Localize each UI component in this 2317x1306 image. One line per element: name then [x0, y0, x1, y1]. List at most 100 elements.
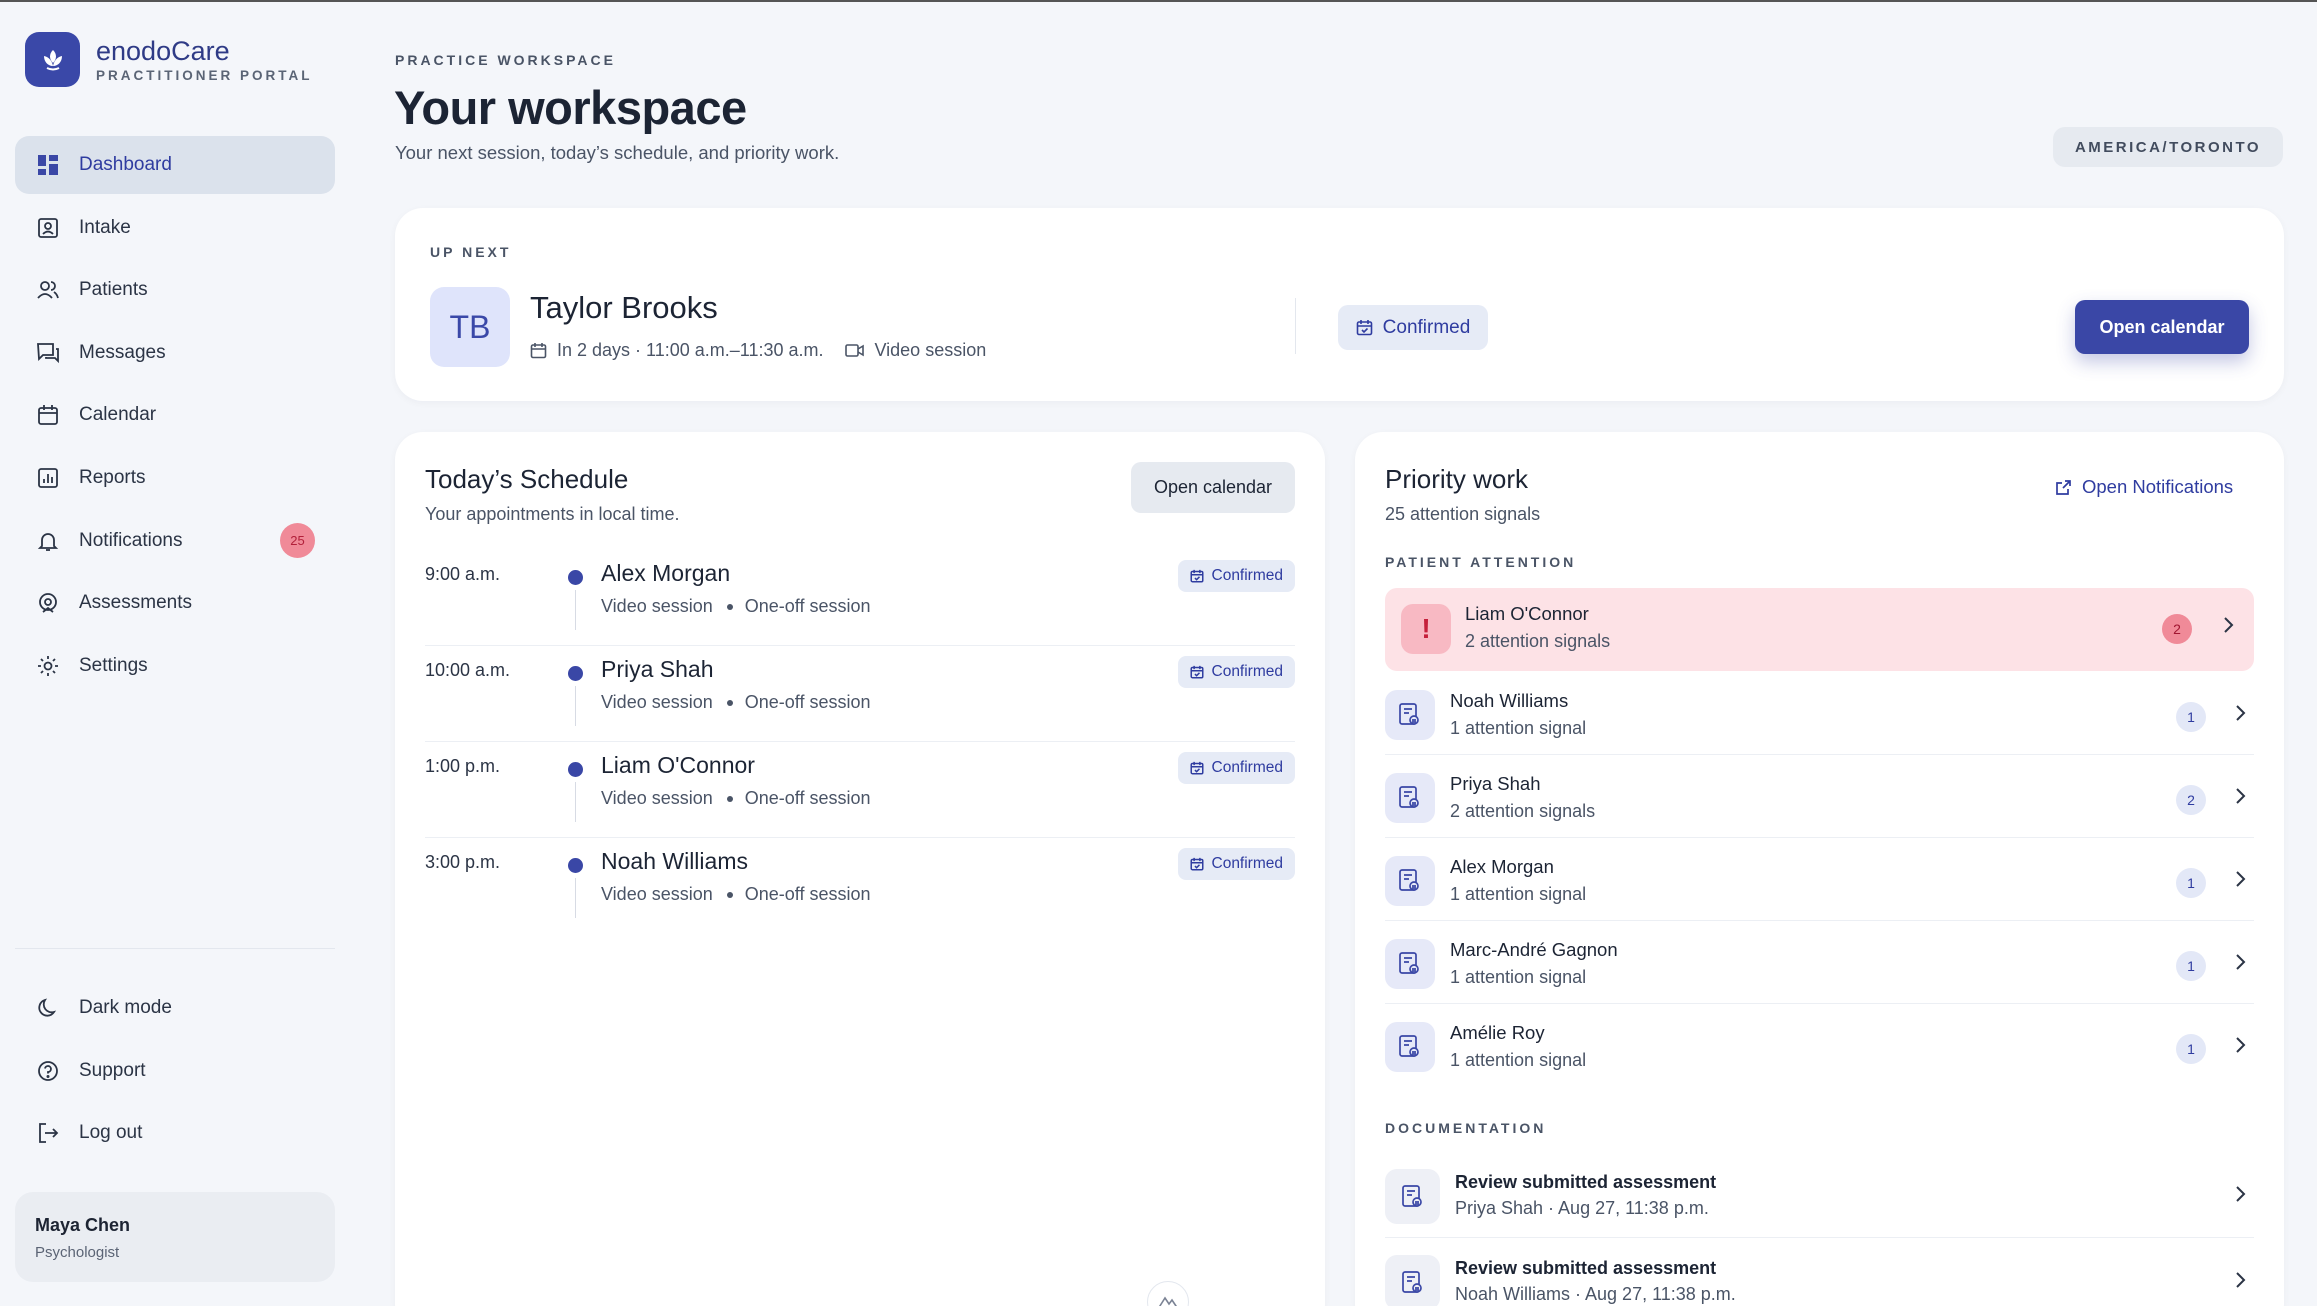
attention-row[interactable]: Priya Shah 2 attention signals 2	[1385, 755, 2254, 838]
appointment-meta: Video session One-off session	[601, 884, 871, 905]
calendar-check-icon	[1189, 857, 1204, 871]
assessments-icon	[35, 590, 61, 616]
status-badge: Confirmed	[1338, 305, 1488, 350]
attention-row[interactable]: Noah Williams 1 attention signal 1	[1385, 672, 2254, 755]
open-notifications-link[interactable]: Open Notifications	[2055, 476, 2233, 498]
documentation-subtitle: Noah Williams · Aug 27, 11:38 p.m.	[1455, 1284, 1736, 1304]
bell-icon	[35, 528, 61, 554]
sidebar-item-label: Patients	[79, 279, 148, 301]
chevron-right-icon	[2234, 1185, 2246, 1203]
user-name: Maya Chen	[35, 1215, 131, 1235]
up-next-card: UP NEXT TB Taylor Brooks In 2 days · 11:…	[395, 208, 2284, 401]
attention-row[interactable]: Amélie Roy 1 attention signal 1	[1385, 1004, 2254, 1087]
brand[interactable]: enodoCare PRACTITIONER PORTAL	[25, 32, 313, 87]
sidebar: enodoCare PRACTITIONER PORTAL Dashboard …	[0, 2, 350, 1306]
timeline-line	[575, 878, 576, 918]
moon-icon	[35, 995, 61, 1021]
mountain-icon[interactable]	[1147, 1281, 1189, 1306]
sidebar-item-intake[interactable]: Intake	[15, 199, 335, 257]
dashboard-icon	[35, 152, 61, 178]
sidebar-item-assessments[interactable]: Assessments	[15, 574, 335, 632]
attention-signals: 1 attention signal	[1450, 967, 1587, 987]
attention-count-badge: 2	[2176, 785, 2206, 815]
sidebar-item-label: Dashboard	[79, 154, 172, 175]
timeline-line	[575, 686, 576, 726]
up-next-patient-name[interactable]: Taylor Brooks	[530, 290, 718, 326]
video-icon	[845, 343, 865, 358]
attention-row[interactable]: ! Liam O'Connor 2 attention signals 2	[1385, 588, 2254, 671]
appointment-type: One-off session	[744, 692, 871, 712]
document-list-icon	[1385, 773, 1435, 823]
main-nav: Dashboard Intake Patients Messages Calen…	[15, 136, 335, 699]
attention-patient: Liam O'Connor	[1465, 603, 1589, 624]
todays-schedule-card: Today’s Schedule Your appointments in lo…	[395, 432, 1325, 1306]
sidebar-item-support[interactable]: Support	[15, 1042, 335, 1100]
attention-count-badge: 1	[2176, 868, 2206, 898]
chevron-right-icon	[2234, 787, 2246, 805]
documentation-row[interactable]: Review submitted assessment Priya Shah ·…	[1385, 1152, 2254, 1238]
up-next-meta: In 2 days · 11:00 a.m.–11:30 a.m. Video …	[530, 340, 986, 361]
appointment-time: 9:00 a.m.	[425, 564, 501, 584]
user-profile-card[interactable]: Maya Chen Psychologist	[15, 1192, 335, 1282]
appointment-mode: Video session	[601, 884, 713, 904]
sidebar-item-label: Reports	[79, 466, 146, 488]
appointment-row[interactable]: 10:00 a.m. Priya Shah Video session One-o…	[425, 646, 1295, 742]
documentation-subtitle: Priya Shah · Aug 27, 11:38 p.m.	[1455, 1198, 1709, 1218]
document-list-icon	[1385, 939, 1435, 989]
timeline-line	[575, 782, 576, 822]
attention-row[interactable]: Alex Morgan 1 attention signal 1	[1385, 838, 2254, 921]
patients-icon	[35, 277, 61, 303]
status-text: Confirmed	[1382, 316, 1471, 338]
status-badge: Confirmed	[1177, 848, 1295, 880]
dark-mode-toggle[interactable]: Dark mode	[15, 979, 335, 1037]
alert-icon: !	[1401, 604, 1451, 654]
sidebar-item-dashboard[interactable]: Dashboard	[15, 136, 335, 194]
sidebar-item-label: Support	[79, 1059, 146, 1081]
calendar-icon	[35, 402, 61, 428]
timeline-line	[575, 590, 576, 630]
sidebar-item-label: Messages	[79, 341, 166, 363]
sidebar-item-settings[interactable]: Settings	[15, 637, 335, 695]
documentation-row[interactable]: Review submitted assessment Noah William…	[1385, 1238, 2254, 1306]
attention-signals: 1 attention signal	[1450, 1050, 1587, 1070]
sidebar-item-messages[interactable]: Messages	[15, 324, 335, 382]
status-badge: Confirmed	[1177, 560, 1295, 592]
schedule-open-calendar-button[interactable]: Open calendar	[1131, 462, 1295, 513]
chevron-right-icon	[2234, 870, 2246, 888]
timeline-dot	[568, 858, 583, 873]
calendar-check-icon	[1356, 319, 1373, 336]
timeline-dot	[568, 570, 583, 585]
sidebar-item-calendar[interactable]: Calendar	[15, 386, 335, 444]
documentation-label: DOCUMENTATION	[1385, 1120, 1547, 1136]
sidebar-item-reports[interactable]: Reports	[15, 449, 335, 507]
attention-patient: Amélie Roy	[1450, 1022, 1545, 1043]
document-list-icon	[1385, 856, 1435, 906]
appointment-type: One-off session	[744, 596, 871, 616]
appointment-time: 1:00 p.m.	[425, 756, 501, 776]
page-subtitle: Your next session, today’s schedule, and…	[395, 142, 840, 163]
attention-count-badge: 1	[2176, 951, 2206, 981]
documentation-title: Review submitted assessment	[1455, 1258, 1717, 1278]
sidebar-item-logout[interactable]: Log out	[15, 1104, 335, 1162]
appointment-mode: Video session	[601, 596, 713, 616]
messages-icon	[35, 340, 61, 366]
appointment-time: 10:00 a.m.	[425, 660, 511, 680]
timeline-dot	[568, 666, 583, 681]
appointment-row[interactable]: 3:00 p.m. Noah Williams Video session One…	[425, 838, 1295, 934]
sidebar-item-label: Intake	[79, 216, 131, 238]
sidebar-item-patients[interactable]: Patients	[15, 261, 335, 319]
documentation-title: Review submitted assessment	[1455, 1172, 1717, 1192]
attention-signals: 1 attention signal	[1450, 718, 1587, 738]
appointment-patient: Alex Morgan	[601, 560, 731, 586]
appointment-row[interactable]: 9:00 a.m. Alex Morgan Video session One-o…	[425, 550, 1295, 646]
calendar-icon	[530, 342, 547, 359]
attention-patient: Alex Morgan	[1450, 856, 1554, 877]
appointment-row[interactable]: 1:00 p.m. Liam O'Connor Video session One…	[425, 742, 1295, 838]
user-role: Psychologist	[35, 1244, 120, 1261]
appointment-mode: Video session	[601, 692, 713, 712]
external-link-icon	[2055, 479, 2072, 496]
open-calendar-button[interactable]: Open calendar	[2075, 300, 2249, 354]
attention-row[interactable]: Marc-André Gagnon 1 attention signal 1	[1385, 921, 2254, 1004]
sidebar-item-notifications[interactable]: Notifications 25	[15, 512, 335, 570]
attention-patient: Marc-André Gagnon	[1450, 939, 1618, 960]
